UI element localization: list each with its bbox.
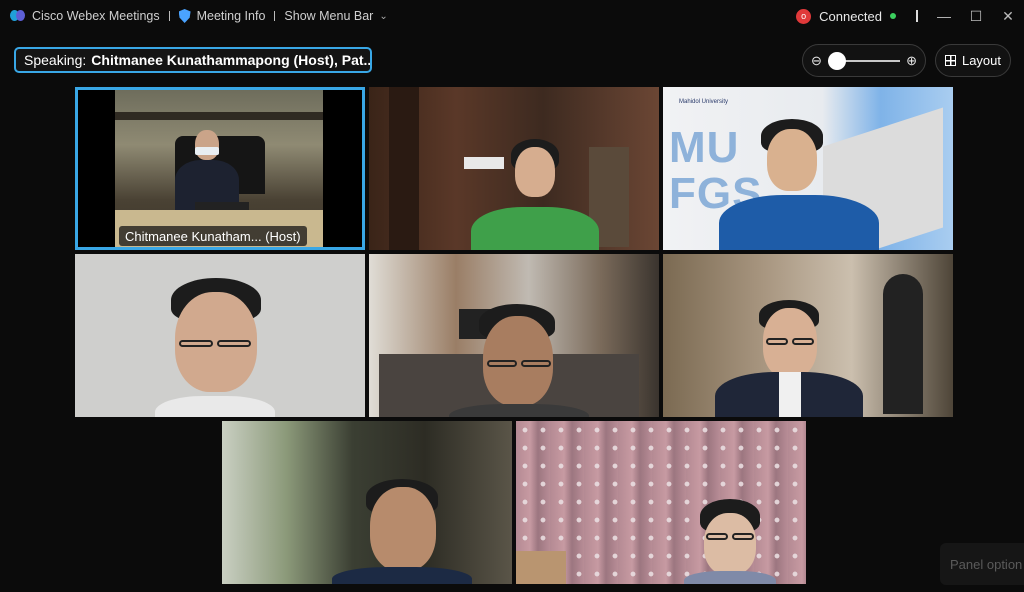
divider <box>168 11 170 21</box>
speaking-names: Chitmanee Kunathammapong (Host), Pat... <box>91 52 372 68</box>
video-tile[interactable] <box>663 254 953 417</box>
minimize-button[interactable]: — <box>928 0 960 32</box>
shield-icon <box>178 9 191 23</box>
title-bar: Cisco Webex Meetings Meeting Info Show M… <box>0 0 1024 32</box>
speaking-prefix: Speaking: <box>24 52 87 68</box>
video-tile[interactable] <box>75 254 365 417</box>
chevron-down-icon: ⌄ <box>379 10 388 22</box>
banner-org: Mahidol University <box>679 99 729 105</box>
meeting-info-button[interactable]: Meeting Info <box>178 0 266 32</box>
divider <box>916 10 918 22</box>
participant-name-label: Chitmanee Kunatham... (Host) <box>119 226 307 246</box>
zoom-in-icon[interactable]: ⊕ <box>906 53 917 69</box>
show-menu-bar-label: Show Menu Bar <box>284 9 374 23</box>
webex-logo-icon <box>10 9 26 23</box>
video-tile-host[interactable]: Chitmanee Kunatham... (Host) <box>75 87 365 250</box>
layout-grid-icon <box>944 55 956 66</box>
layout-button[interactable]: Layout <box>935 44 1011 77</box>
video-tile[interactable] <box>222 421 512 584</box>
close-button[interactable]: ✕ <box>992 0 1024 32</box>
app-title: Cisco Webex Meetings <box>10 0 160 32</box>
meeting-info-label: Meeting Info <box>196 9 266 23</box>
zoom-control: ⊖ ⊕ <box>802 44 926 77</box>
recording-indicator-icon[interactable]: o <box>796 8 812 24</box>
video-tile[interactable] <box>369 254 659 417</box>
zoom-slider[interactable] <box>827 51 901 70</box>
connection-status-dot-icon <box>890 13 896 19</box>
connection-status: Connected <box>819 8 882 24</box>
banner-letters-1: MU <box>669 123 740 172</box>
video-tile[interactable] <box>369 87 659 250</box>
active-speaker-banner: Speaking: Chitmanee Kunathammapong (Host… <box>14 47 372 73</box>
video-tile[interactable]: Mahidol University MU FGS <box>663 87 953 250</box>
show-menu-bar-button[interactable]: Show Menu Bar ⌄ <box>284 0 387 32</box>
zoom-slider-handle[interactable] <box>827 51 846 70</box>
video-tile[interactable] <box>516 421 806 584</box>
divider <box>274 11 276 21</box>
panel-options-button[interactable]: Panel option <box>940 543 1024 585</box>
layout-label: Layout <box>961 53 1002 68</box>
zoom-out-icon[interactable]: ⊖ <box>811 53 822 69</box>
maximize-button[interactable]: ☐ <box>960 0 992 32</box>
app-name: Cisco Webex Meetings <box>32 9 160 23</box>
window-controls: o Connected — ☐ ✕ <box>796 0 1024 32</box>
